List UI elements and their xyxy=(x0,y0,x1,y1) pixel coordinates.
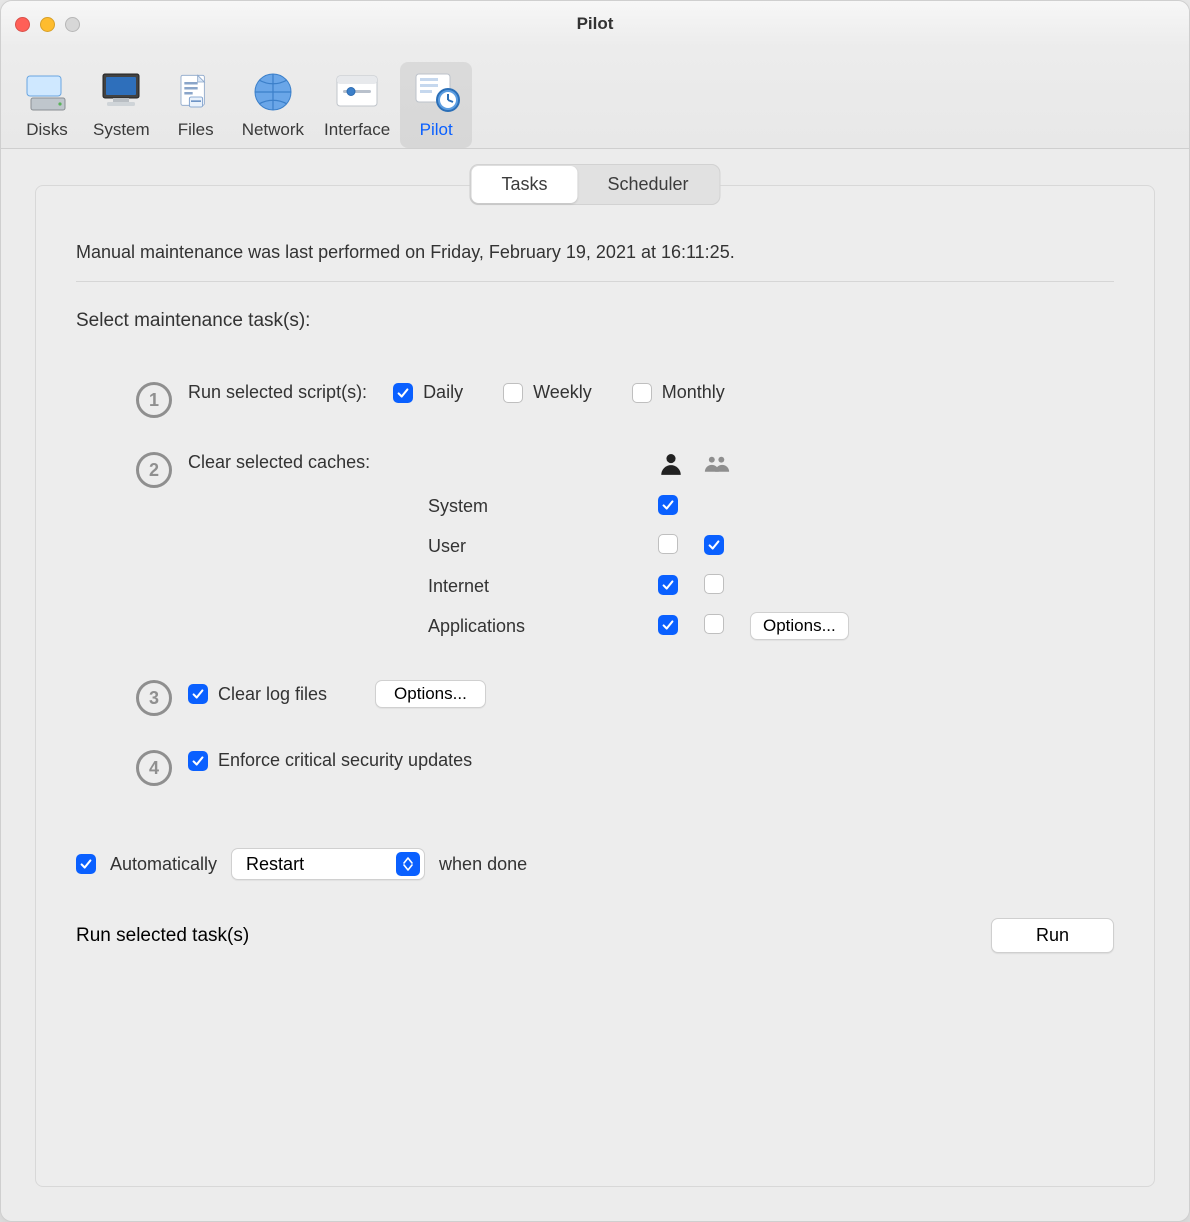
step-number-2: 2 xyxy=(136,452,172,488)
checkbox-internet-group[interactable] xyxy=(704,574,724,594)
select-value: Restart xyxy=(246,854,396,875)
last-run-status: Manual maintenance was last performed on… xyxy=(76,242,1114,263)
system-icon xyxy=(97,68,145,116)
when-done-select[interactable]: Restart xyxy=(231,848,425,880)
segment-scheduler[interactable]: Scheduler xyxy=(577,166,718,203)
cache-row-internet: Internet xyxy=(428,566,890,606)
task-security-updates: 4 Enforce critical security updates xyxy=(76,750,1114,786)
toolbar: Disks System xyxy=(1,47,1189,149)
checkbox-weekly[interactable] xyxy=(503,383,523,403)
disks-icon xyxy=(23,68,71,116)
cache-row-label: Internet xyxy=(428,576,658,597)
checkbox-applications-user[interactable] xyxy=(658,615,678,635)
label-daily: Daily xyxy=(423,382,463,403)
pilot-icon xyxy=(412,68,460,116)
step-number-4: 4 xyxy=(136,750,172,786)
select-arrows-icon xyxy=(396,852,420,876)
footer-row: Run selected task(s) Run xyxy=(76,918,1114,953)
cache-row-system: System xyxy=(428,486,890,526)
network-icon xyxy=(249,68,297,116)
automatically-label: Automatically xyxy=(110,854,217,875)
auto-restart-row: Automatically Restart when done xyxy=(76,848,1114,880)
tab-network[interactable]: Network xyxy=(232,62,314,148)
segmented-control: Tasks Scheduler xyxy=(469,164,720,205)
when-done-label: when done xyxy=(439,854,527,875)
cache-row-applications: Applications Options... xyxy=(428,606,890,646)
tab-files[interactable]: Files xyxy=(160,62,232,148)
step-number-1: 1 xyxy=(136,382,172,418)
cache-row-user: User xyxy=(428,526,890,566)
segment-tasks[interactable]: Tasks xyxy=(471,166,577,203)
content-area: Tasks Scheduler Manual maintenance was l… xyxy=(1,149,1189,1221)
interface-icon xyxy=(333,68,381,116)
cache-row-label: User xyxy=(428,536,658,557)
tab-interface[interactable]: Interface xyxy=(314,62,400,148)
pilot-panel: Tasks Scheduler Manual maintenance was l… xyxy=(35,185,1155,1187)
step-number-3: 3 xyxy=(136,680,172,716)
applications-options-button[interactable]: Options... xyxy=(750,612,849,640)
task-run-scripts: 1 Run selected script(s): Daily Week xyxy=(76,382,1114,418)
window-title: Pilot xyxy=(1,14,1189,34)
group-icon xyxy=(704,451,750,482)
section-title: Select maintenance task(s): xyxy=(76,310,1114,332)
checkbox-monthly[interactable] xyxy=(632,383,652,403)
tab-pilot[interactable]: Pilot xyxy=(400,62,472,148)
app-window: Pilot Disks xyxy=(0,0,1190,1222)
checkbox-user-user[interactable] xyxy=(658,534,678,554)
files-icon xyxy=(172,68,220,116)
cache-row-label: System xyxy=(428,496,658,517)
task-clear-caches: 2 Clear selected caches: xyxy=(76,452,1114,646)
checkbox-automatically[interactable] xyxy=(76,854,96,874)
tab-system[interactable]: System xyxy=(83,62,160,148)
checkbox-clear-log-files[interactable] xyxy=(188,684,208,704)
clear-logs-options-button[interactable]: Options... xyxy=(375,680,486,708)
label-weekly: Weekly xyxy=(533,382,592,403)
label-monthly: Monthly xyxy=(662,382,725,403)
run-button[interactable]: Run xyxy=(991,918,1114,953)
checkbox-security-updates[interactable] xyxy=(188,751,208,771)
clear-caches-label: Clear selected caches: xyxy=(188,452,418,473)
checkbox-system-user[interactable] xyxy=(658,495,678,515)
cache-grid: System User xyxy=(428,446,890,646)
security-updates-label: Enforce critical security updates xyxy=(218,750,472,771)
divider xyxy=(76,281,1114,282)
person-icon xyxy=(658,451,704,482)
tab-disks[interactable]: Disks xyxy=(11,62,83,148)
checkbox-applications-group[interactable] xyxy=(704,614,724,634)
run-scripts-label: Run selected script(s): xyxy=(188,382,367,403)
checkbox-daily[interactable] xyxy=(393,383,413,403)
cache-row-label: Applications xyxy=(428,616,658,637)
run-tasks-label: Run selected task(s) xyxy=(76,925,249,947)
clear-log-files-label: Clear log files xyxy=(218,684,327,705)
checkbox-user-group[interactable] xyxy=(704,535,724,555)
task-clear-logs: 3 Clear log files Options... xyxy=(76,680,1114,716)
checkbox-internet-user[interactable] xyxy=(658,575,678,595)
titlebar: Pilot xyxy=(1,1,1189,47)
